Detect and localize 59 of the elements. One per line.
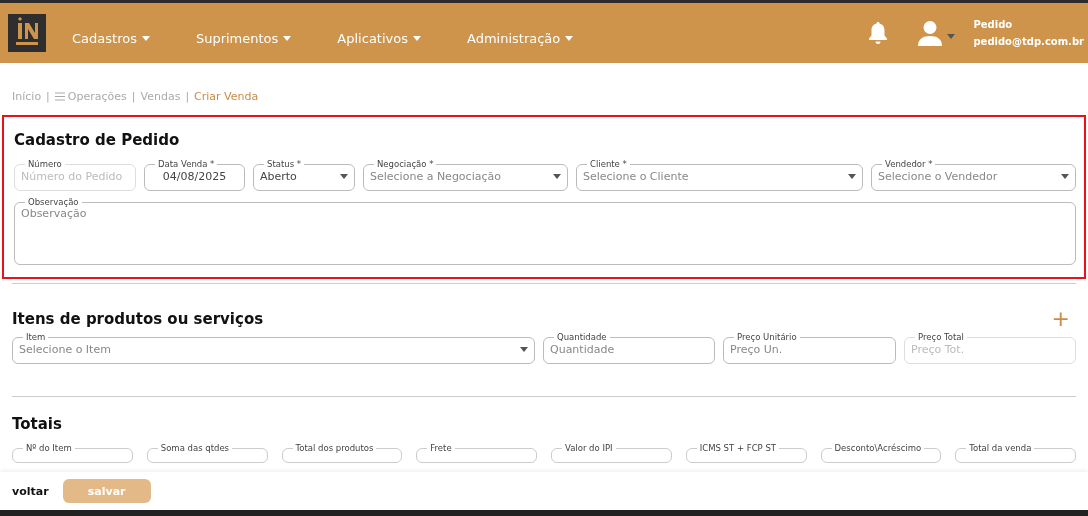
total-field[interactable]: Desconto\Acréscimo bbox=[820, 443, 942, 463]
breadcrumb-separator: | bbox=[131, 90, 136, 103]
field-label: ICMS ST + FCP ST bbox=[698, 443, 777, 453]
back-button[interactable]: voltar bbox=[12, 484, 49, 498]
field-label: Observação bbox=[27, 197, 80, 207]
field-label: Número bbox=[27, 159, 63, 169]
field-label: Soma das qtdes bbox=[159, 443, 231, 453]
breadcrumb-separator: | bbox=[185, 90, 190, 103]
total-field[interactable]: ICMS ST + FCP ST bbox=[685, 443, 807, 463]
select-field[interactable]: Status * Aberto bbox=[253, 159, 355, 191]
caret-icon bbox=[340, 174, 348, 179]
section-title: Itens de produtos ou serviços bbox=[12, 310, 264, 328]
select-field[interactable]: Cliente * Selecione o Cliente bbox=[576, 159, 863, 191]
section-title: Totais bbox=[12, 415, 63, 433]
caret-icon bbox=[413, 35, 421, 41]
field-label: Total da venda bbox=[968, 443, 1033, 453]
total-field[interactable]: Valor do IPI bbox=[551, 443, 672, 463]
field-label: Cliente * bbox=[589, 159, 628, 169]
field-label: Status * bbox=[266, 159, 303, 169]
total-field[interactable]: Frete bbox=[416, 443, 537, 463]
user-email: pedido@tdp.com.br bbox=[973, 36, 1084, 47]
field-label: Valor do IPI bbox=[564, 443, 614, 453]
field-label: Data Venda * bbox=[157, 159, 216, 169]
caret-icon bbox=[947, 33, 956, 39]
caret-icon bbox=[283, 35, 292, 41]
field-label: Preço Unitário bbox=[736, 332, 798, 342]
field-label: Item bbox=[25, 332, 47, 342]
select-field[interactable]: Item Selecione o Item bbox=[12, 332, 535, 364]
bell-icon[interactable] bbox=[867, 21, 890, 45]
select-field[interactable]: Vendedor * Selecione o Vendedor bbox=[871, 159, 1076, 191]
caret-icon bbox=[141, 35, 150, 41]
total-field[interactable]: Total dos produtos bbox=[281, 443, 403, 463]
caret-icon bbox=[520, 347, 528, 352]
caret-icon bbox=[848, 174, 856, 179]
total-field[interactable]: Soma das qtdes bbox=[146, 443, 268, 463]
user-name: Pedido bbox=[973, 19, 1014, 30]
field-label: Quantidade bbox=[556, 332, 608, 342]
field-label: Total dos produtos bbox=[294, 443, 375, 453]
field-label: Nº do Item bbox=[25, 443, 73, 453]
notes-field[interactable]: Observação Observação bbox=[14, 197, 1076, 265]
user-icon[interactable] bbox=[917, 20, 944, 46]
caret-icon bbox=[565, 35, 574, 41]
list-icon bbox=[54, 92, 65, 101]
date-field[interactable]: Data Venda * 04/08/2025 bbox=[144, 159, 245, 191]
field-label: Preço Total bbox=[917, 332, 965, 342]
input-field[interactable]: Preço Unitário Preço Un. bbox=[723, 332, 896, 364]
caret-icon bbox=[1061, 174, 1069, 179]
total-field[interactable]: Nº do Item bbox=[12, 443, 133, 463]
field-label: Desconto\Acréscimo bbox=[833, 443, 923, 453]
caret-icon bbox=[553, 174, 561, 179]
field-label: Negociação * bbox=[376, 159, 435, 169]
section-title: Cadastro de Pedido bbox=[14, 131, 181, 149]
breadcrumb-separator: | bbox=[46, 90, 50, 103]
logo-icon[interactable] bbox=[8, 14, 46, 52]
field-label: Frete bbox=[429, 443, 453, 453]
field-label: Vendedor * bbox=[884, 159, 934, 169]
select-field[interactable]: Negociação * Selecione a Negociação bbox=[363, 159, 568, 191]
input-field[interactable]: Quantidade Quantidade bbox=[543, 332, 715, 364]
total-field[interactable]: Total da venda bbox=[955, 443, 1076, 463]
